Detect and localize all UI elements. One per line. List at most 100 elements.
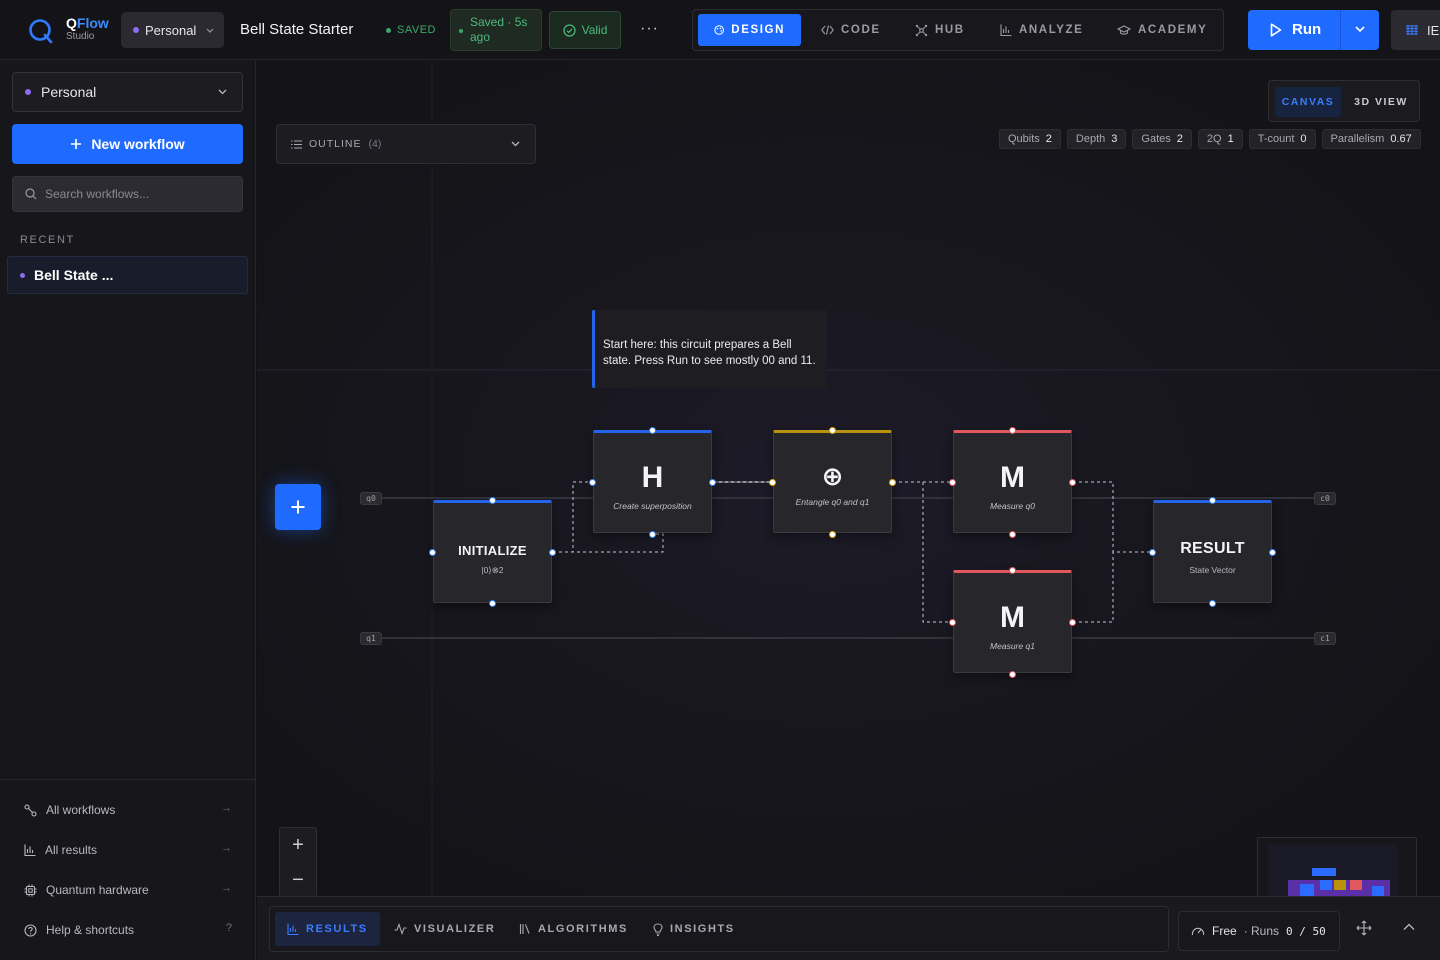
arrow-right-icon: → (221, 842, 232, 854)
tab-results[interactable]: RESULTS (275, 912, 380, 946)
more-options-button[interactable]: ··· (640, 20, 659, 38)
code-icon (821, 25, 834, 35)
sidebar-link-label: All results (45, 843, 98, 857)
zoom-in-button[interactable]: + (280, 828, 316, 863)
tab-design[interactable]: DESIGN (698, 14, 801, 46)
wire-label-c0: c0 (1314, 492, 1336, 505)
recent-item[interactable]: Bell State ... (7, 256, 248, 294)
move-icon[interactable] (1356, 920, 1372, 936)
stat-label: 2Q (1206, 133, 1222, 145)
document-title[interactable]: Bell State Starter (240, 21, 353, 38)
tab-visualizer[interactable]: VISUALIZER (394, 912, 495, 946)
chevron-up-icon[interactable] (1402, 922, 1416, 932)
tab-hub-label: HUB (935, 24, 965, 36)
outline-dropdown[interactable]: OUTLINE (4) (276, 124, 536, 164)
node-result[interactable]: RESULT State Vector (1153, 500, 1272, 603)
port-handle[interactable] (589, 479, 596, 486)
minimap-node (1350, 880, 1362, 890)
port-handle[interactable] (829, 427, 836, 434)
saved-status: SAVED (386, 24, 436, 36)
port-handle[interactable] (429, 549, 436, 556)
port-handle[interactable] (649, 427, 656, 434)
stat-value: 0.67 (1390, 133, 1412, 145)
lightbulb-icon (653, 922, 663, 936)
circuit-canvas[interactable]: q0 q1 c0 c1 CANVAS 3D VIEW OUTLINE (4) Q… (257, 60, 1440, 896)
port-handle[interactable] (949, 479, 956, 486)
tab-academy-label: ACADEMY (1138, 24, 1208, 36)
valid-badge[interactable]: Valid (549, 11, 621, 49)
port-handle[interactable] (489, 497, 496, 504)
sidebar-link-all-results[interactable]: All results → (24, 840, 232, 860)
saved-ago-badge: Saved · 5s ago (450, 9, 542, 51)
port-handle[interactable] (1069, 479, 1076, 486)
node-cnot[interactable]: ⊕ Entangle q0 and q1 (773, 430, 892, 533)
graduation-cap-icon (1117, 24, 1131, 35)
zoom-out-button[interactable]: − (280, 863, 316, 896)
workspace-select[interactable]: Personal (12, 72, 243, 112)
port-handle[interactable] (1069, 619, 1076, 626)
node-initialize[interactable]: INITIALIZE |0⟩⊗2 (433, 500, 552, 603)
new-workflow-label: New workflow (91, 136, 185, 152)
node-measure-q1[interactable]: M Measure q1 (953, 570, 1072, 673)
stat-label: Qubits (1008, 133, 1040, 145)
port-handle[interactable] (1269, 549, 1276, 556)
sidebar-link-help[interactable]: Help & shortcuts ? (24, 920, 232, 940)
sidebar-link-all-workflows[interactable]: All workflows → (24, 800, 232, 820)
stat-qubits: Qubits 2 (999, 129, 1061, 149)
minimap[interactable] (1257, 837, 1417, 896)
sidebar-link-quantum-hardware[interactable]: Quantum hardware → (24, 880, 232, 900)
outline-label: OUTLINE (309, 138, 362, 150)
search-input[interactable] (45, 187, 225, 201)
minimap-node (1372, 886, 1384, 896)
tab-insights[interactable]: INSIGHTS (653, 912, 735, 946)
tab-hub[interactable]: HUB (915, 14, 965, 46)
stat-value: 2 (1176, 133, 1183, 145)
port-handle[interactable] (549, 549, 556, 556)
port-handle[interactable] (1009, 567, 1016, 574)
hardware-button[interactable]: IE (1391, 10, 1440, 50)
workflow-search[interactable] (12, 176, 243, 212)
tab-results-label: RESULTS (306, 923, 368, 935)
port-handle[interactable] (1009, 531, 1016, 538)
port-handle[interactable] (1149, 549, 1156, 556)
chevron-down-icon (511, 141, 520, 147)
run-button[interactable]: Run (1248, 10, 1379, 50)
3d-view-button[interactable]: 3D VIEW (1347, 87, 1415, 117)
hardware-label: IE (1427, 22, 1440, 38)
search-icon (25, 188, 37, 200)
port-handle[interactable] (1009, 427, 1016, 434)
tab-algorithms[interactable]: ALGORITHMS (519, 912, 628, 946)
gate-symbol: M (1000, 601, 1025, 634)
plan-usage[interactable]: Free · Runs 0 / 50 (1178, 911, 1340, 951)
tab-academy[interactable]: ACADEMY (1117, 14, 1207, 46)
port-handle[interactable] (649, 531, 656, 538)
tab-analyze[interactable]: ANALYZE (1000, 14, 1083, 46)
port-handle[interactable] (949, 619, 956, 626)
add-node-button[interactable] (275, 484, 321, 530)
stat-label: Parallelism (1330, 133, 1385, 145)
port-handle[interactable] (709, 479, 716, 486)
gauge-icon (1191, 927, 1205, 936)
port-handle[interactable] (1209, 497, 1216, 504)
qflow-logo-icon[interactable] (26, 16, 56, 46)
tab-code[interactable]: CODE (821, 14, 881, 46)
node-measure-q0[interactable]: M Measure q0 (953, 430, 1072, 533)
sidebar-link-label: All workflows (46, 803, 116, 817)
port-handle[interactable] (769, 479, 776, 486)
chevron-down-icon[interactable] (1354, 23, 1366, 35)
port-handle[interactable] (1009, 671, 1016, 678)
port-handle[interactable] (1209, 600, 1216, 607)
brand-sub: Studio (66, 31, 95, 42)
port-handle[interactable] (889, 479, 896, 486)
workspace-switcher[interactable]: Personal (121, 12, 224, 48)
port-handle[interactable] (489, 600, 496, 607)
node-title: RESULT (1180, 540, 1245, 557)
runs-label: · Runs (1243, 924, 1280, 938)
stat-parallelism: Parallelism 0.67 (1321, 129, 1421, 149)
new-workflow-button[interactable]: New workflow (12, 124, 243, 164)
canvas-view-button[interactable]: CANVAS (1275, 87, 1341, 117)
workspace-dot-icon (20, 272, 25, 278)
port-handle[interactable] (829, 531, 836, 538)
node-hadamard[interactable]: H Create superposition (593, 430, 712, 533)
stat-t-count: T-count 0 (1248, 129, 1316, 149)
